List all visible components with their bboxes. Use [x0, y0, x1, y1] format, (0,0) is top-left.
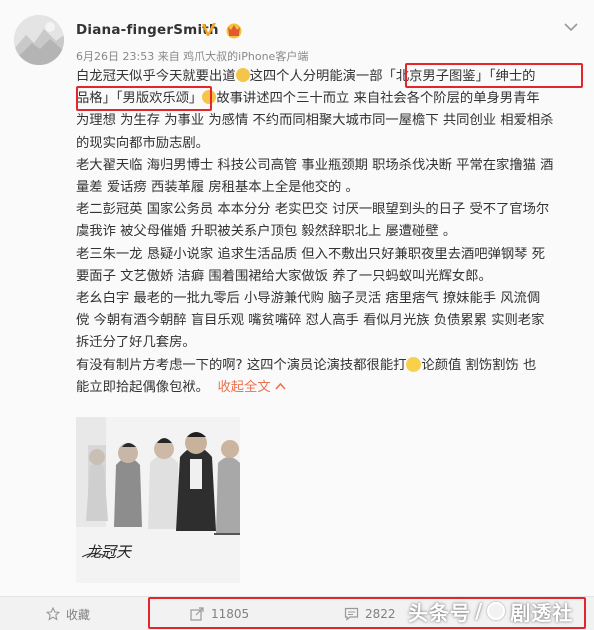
highlight-box-tag-2 [76, 86, 212, 111]
post-image[interactable]: 龙冠天 [76, 417, 240, 583]
star-icon [46, 607, 60, 621]
content-line-6: 量差 爱话痨 西装革履 房租基本上全是他交的 。 [76, 180, 359, 196]
content-line-7: 老二彭冠英 国家公务员 本本分分 老实巴交 讨厌一眼望到头的日子 受不了官场尔 [76, 202, 550, 218]
watermark-account: 剧透社 [510, 600, 574, 625]
content-line-3: 为理想 为生存 为事业 为感情 不约而同相聚大城市同一屋檐下 共同创业 相爱相杀 [76, 113, 554, 129]
post-meta: 6月26日 23:53 来自 鸡爪大叔的iPhone客户端 [76, 50, 309, 63]
watermark-logo-icon [487, 602, 506, 620]
content-line-11: 老幺白宇 最老的一批九零后 小导游兼代购 脑子灵活 痞里痞气 撩妹能手 风流倜 [76, 291, 541, 307]
crown-member-icon[interactable] [224, 21, 244, 39]
content-line-8: 虞我诈 被父母催婚 升职被关系户顶包 毅然辞职北上 屡遭碰壁 。 [76, 224, 457, 240]
watermark-source: 头条号 [408, 600, 471, 625]
highlight-box-tag-1 [405, 63, 583, 88]
content-line-13: 拆迁分了好几套房。 [76, 335, 196, 351]
avatar[interactable] [14, 15, 64, 65]
content-line-10: 要面子 文艺傲娇 洁癖 围着围裙给大家做饭 养了一只蚂蚁叫光辉女郎。 [76, 268, 492, 284]
content-line-9: 老三朱一龙 恳疑小说家 追求生活品质 但入不敷出只好兼职夜里去酒吧弹钢琴 死 [76, 246, 545, 262]
laughing-tears-emoji-icon [406, 356, 422, 372]
favorite-button[interactable]: 收藏 [46, 597, 90, 630]
username[interactable]: Diana-fingerSmith [76, 22, 219, 38]
verified-v-icon [202, 23, 216, 36]
weibo-post-card: Diana-fingerSmith 6月26日 23:53 来自 鸡爪大叔的iP… [0, 0, 594, 630]
content-line-5: 老大翟天临 海归男博士 科技公司高管 事业瓶颈期 职场杀伐决断 平常在家撸猫 酒 [76, 157, 554, 173]
image-caption: 龙冠天 [86, 543, 132, 561]
thinking-emoji-icon [235, 68, 250, 82]
content-line-4: 的现实向都市励志剧。 [76, 135, 209, 151]
content-line-14: 有没有制片方考虑一下的啊? 这四个演员论演技都很能打 论颜值 割饬割饬 也 [76, 356, 537, 373]
chevron-down-icon[interactable] [564, 22, 578, 32]
content-line-15: 能立即拾起偶像包袱。 收起全文 [76, 377, 582, 399]
favorite-label: 收藏 [66, 607, 91, 622]
post-content: 白龙冠天似乎今天就要出道 这四个人分明能演一部「北京男子图鉴」「绅士的 品格」「男… [76, 66, 582, 399]
watermark-slash: / [475, 599, 484, 623]
watermark: 头条号 / 剧透社 [408, 596, 573, 626]
content-line-12: 傥 今朝有酒今朝醉 盲目乐观 嘴贫嘴碎 怼人高手 看似月光族 负债累累 实则老家 [76, 313, 545, 329]
collapse-link[interactable]: 收起全文 [217, 380, 270, 395]
chevron-up-icon[interactable] [275, 382, 286, 390]
